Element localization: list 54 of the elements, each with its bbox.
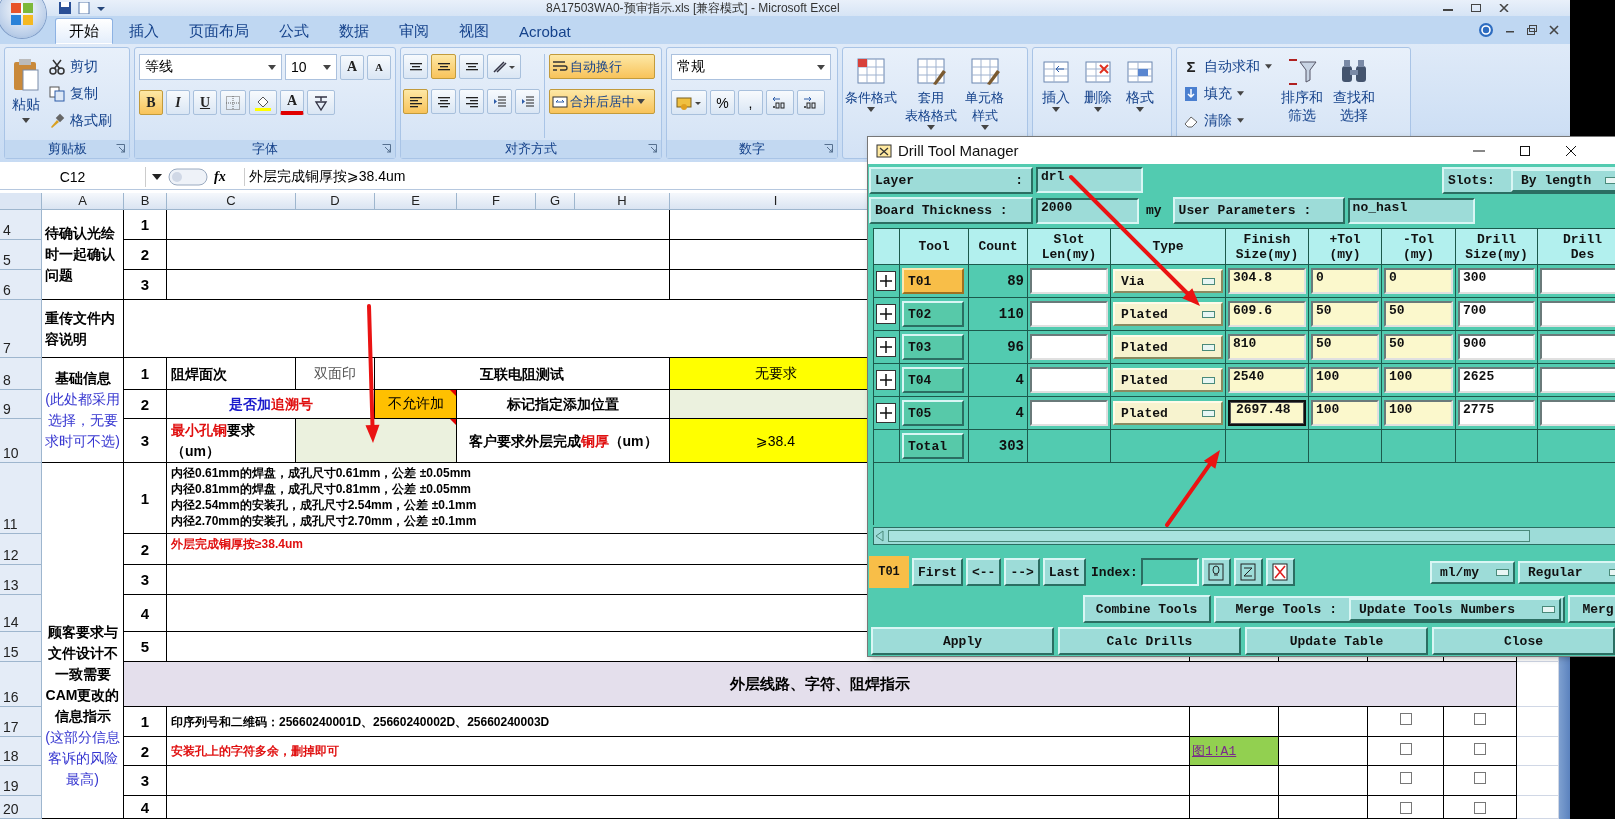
section-title: 顾客要求与文件设计不一致需要CAM更改的信息指示 (45, 623, 120, 726)
table-cell: 1 (124, 210, 167, 240)
section-note: (这部分信息客诉的风险最高) (45, 728, 120, 789)
window-title: 8A17503WA0-预审指示.xls [兼容模式] - Microsoft Excel (546, 1, 840, 15)
count-cell: 110 (969, 298, 1028, 331)
table-cell: 2 (124, 534, 167, 565)
table-cell: 安装孔上的字符多余，删掉即可 (167, 737, 1190, 766)
field-label: Layer (875, 172, 914, 188)
table-cell: 1 (124, 358, 167, 390)
group-label: 对齐方式 (505, 140, 557, 158)
count-cell: 4 (969, 364, 1028, 397)
table-cell: 4 (124, 796, 167, 819)
count-cell: 89 (969, 265, 1028, 298)
column-header: Drill Des (1538, 229, 1615, 265)
table-cell: 2 (124, 737, 167, 766)
colon-text: : (1015, 172, 1023, 188)
table-cell: 2 (124, 390, 167, 419)
table-cell: 3 (124, 766, 167, 796)
table-cell: 印序列号和二维码：25660240001D、25660240002D、25660240003D (167, 707, 1190, 737)
column-header: Finish Size(my) (1226, 229, 1309, 265)
table-cell: 1 (124, 463, 167, 534)
field-label: Slots: (1448, 172, 1495, 188)
group-label: 字体 (252, 140, 278, 158)
column-header: Tool (900, 229, 969, 265)
field-label: Index: (1090, 564, 1138, 580)
section-note: (此处都采用选择，无要求时可不选) (45, 390, 120, 451)
table-cell: 待确认光绘时一起确认问题 (42, 210, 124, 300)
table-cell: 重传文件内容说明 (42, 300, 124, 358)
field-label: Board Thickness : (869, 197, 1033, 224)
current-tool-label: T01 (869, 556, 909, 588)
table-cell: 4 (124, 595, 167, 632)
table-cell: 2 (124, 240, 167, 270)
column-header: Drill Size(my) (1456, 229, 1538, 265)
column-header: -Tol (my) (1382, 229, 1456, 265)
column-header: Slot Len(my) (1028, 229, 1111, 265)
table-cell: 3 (124, 270, 167, 300)
table-cell: 双面印 (296, 358, 375, 390)
count-cell: 4 (969, 397, 1028, 430)
field-label: Merge Tools : (1235, 601, 1337, 617)
section-header: 外层线路、字符、阻焊指示 (124, 662, 1517, 707)
column-header: Count (969, 229, 1028, 265)
count-cell: 303 (969, 430, 1028, 463)
table-cell: 不允许加 (375, 390, 457, 419)
unit-label: my (1145, 203, 1163, 218)
dialog-title: Drill Tool Manager (898, 142, 1019, 159)
group-label: 数字 (739, 140, 765, 158)
column-header: +Tol (my) (1309, 229, 1382, 265)
count-cell: 96 (969, 331, 1028, 364)
group-label: 剪贴板 (47, 140, 87, 158)
table-cell: 3 (124, 419, 167, 463)
table-cell: 1 (124, 707, 167, 737)
column-header: Type (1111, 229, 1226, 265)
section-title: 基础信息 (54, 369, 111, 388)
table-cell: 3 (124, 565, 167, 595)
